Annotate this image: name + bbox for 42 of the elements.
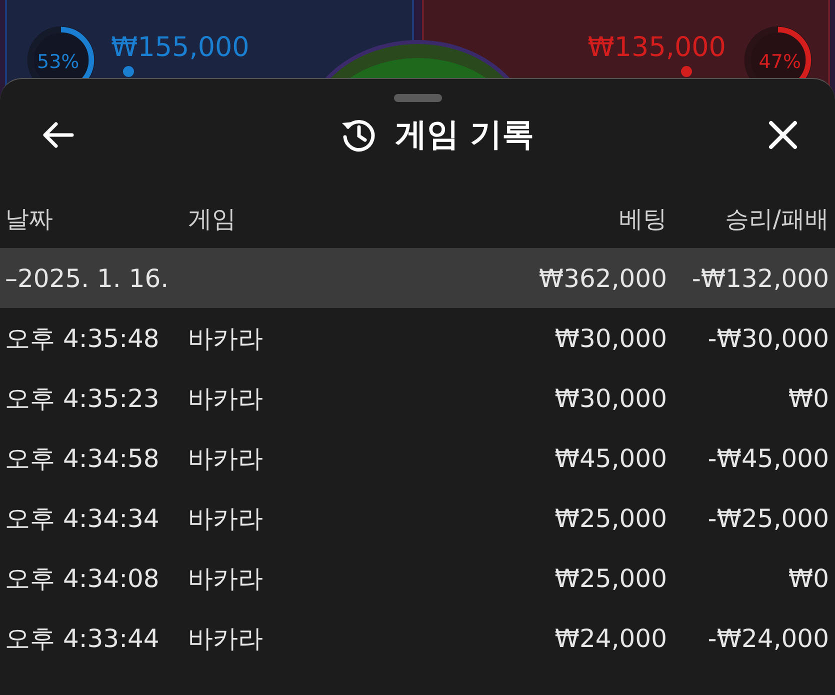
player-icon: [681, 66, 692, 77]
table-cell-text: -₩132,000: [690, 264, 829, 292]
column-header: 승리/패배: [724, 204, 829, 235]
table-cell-text: 오후 4:34:08: [5, 562, 160, 594]
table-cell-text: ₩30,000: [554, 384, 667, 412]
column-header: 날짜: [5, 204, 54, 235]
amount-label: ₩155,000: [111, 32, 250, 63]
drag-handle[interactable]: [394, 94, 442, 102]
column-header: 게임: [188, 204, 237, 235]
date-summary-row[interactable]: –2025. 1. 16. ₩362,000 -₩132,000: [0, 248, 835, 308]
table-cell-text: ₩24,000: [554, 624, 667, 652]
percent-label: 47%: [758, 51, 801, 73]
table-cell-text: ₩0: [787, 564, 829, 592]
table-cell-text: ₩25,000: [554, 504, 667, 532]
table-cell-text: 바카라: [188, 562, 264, 594]
table-cell-text: 바카라: [188, 382, 264, 414]
table-cell-text: ₩25,000: [554, 564, 667, 592]
table-cell-text: 바카라: [188, 442, 264, 474]
table-cell-text: 바카라: [188, 502, 264, 534]
table-cell-text: 오후 4:34:34: [5, 502, 160, 534]
table-cell-text: 오후 4:34:58: [5, 442, 160, 474]
table-cell-text: –2025. 1. 16.: [5, 264, 170, 292]
table-cell-text: ₩30,000: [554, 324, 667, 352]
table-cell-text: 바카라: [188, 322, 264, 354]
table-cell-text: -₩30,000: [706, 324, 829, 352]
table-cell-text: -₩45,000: [706, 444, 829, 472]
percent-label: 53%: [37, 51, 80, 73]
sheet-title: 게임 기록: [394, 114, 534, 155]
column-header: 베팅: [618, 204, 667, 235]
table-cell-text: 오후 4:35:48: [5, 322, 160, 354]
table-cell-text: -₩24,000: [706, 624, 829, 652]
table-cell-text: 오후 4:33:44: [5, 622, 160, 654]
table-cell-text: ₩362,000: [538, 264, 667, 292]
table-cell-text: -₩25,000: [706, 504, 829, 532]
back-arrow-icon: [40, 120, 76, 150]
amount-label: ₩135,000: [588, 32, 726, 63]
table-cell-text: ₩0: [787, 384, 829, 412]
table-cell-text: 오후 4:35:23: [5, 382, 160, 414]
close-icon: [766, 119, 799, 151]
player-icon: [123, 66, 134, 77]
table-cell-text: 바카라: [188, 622, 264, 654]
table-cell-text: ₩45,000: [554, 444, 667, 472]
